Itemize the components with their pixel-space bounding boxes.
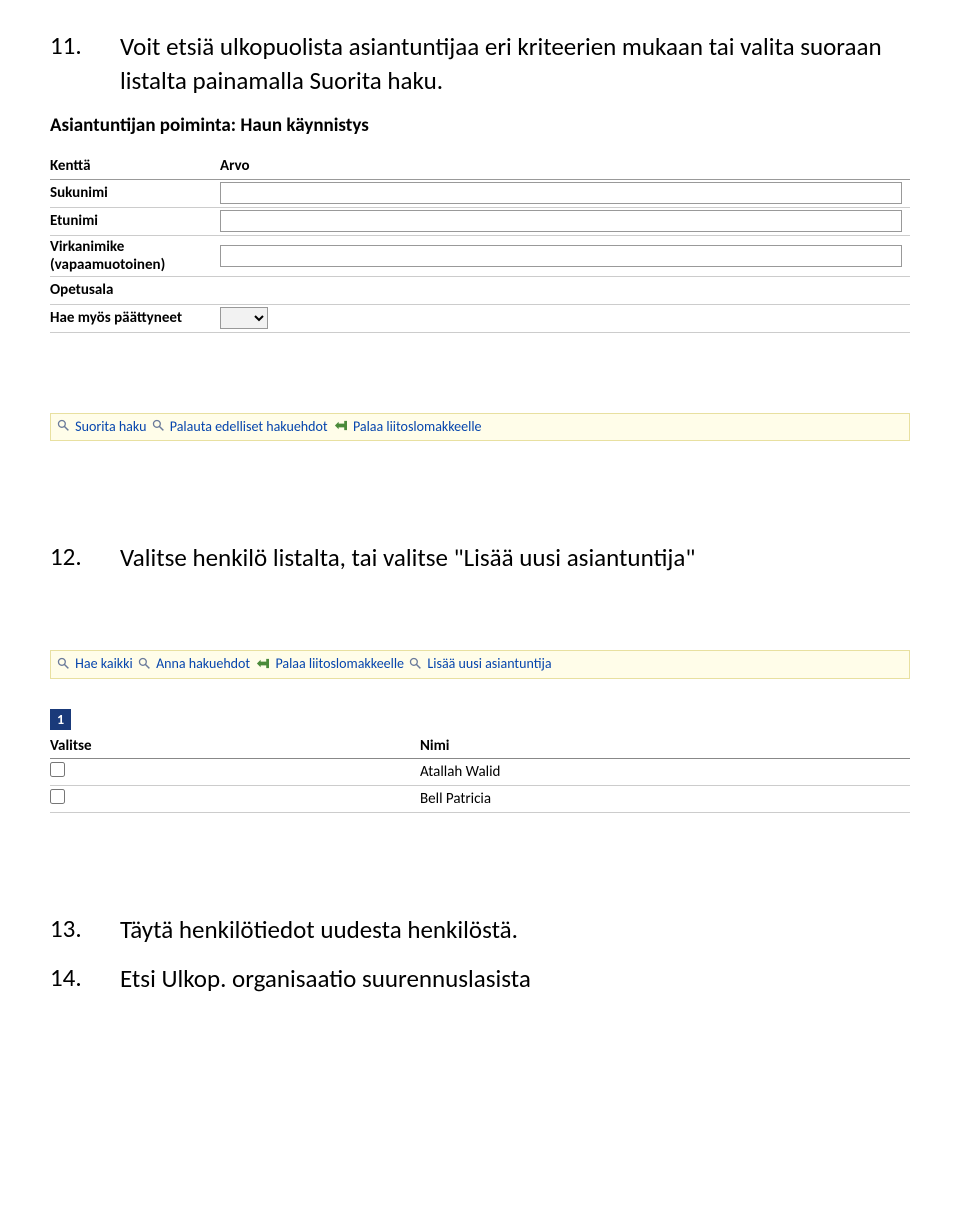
instruction-text: Voit etsiä ulkopuolista asiantuntijaa er…: [120, 30, 910, 98]
checkbox-row-1[interactable]: [50, 789, 65, 804]
instruction-12: 12. Valitse henkilö listalta, tai valits…: [50, 541, 910, 575]
label-etunimi: Etunimi: [50, 207, 220, 235]
magnifier-icon: [409, 657, 422, 674]
return-arrow-icon: [255, 657, 270, 674]
header-valitse: Valitse: [50, 734, 420, 759]
instruction-number: 11.: [50, 30, 120, 98]
input-etunimi[interactable]: [220, 210, 902, 232]
link-suorita-haku[interactable]: Suorita haku: [75, 418, 146, 435]
header-field: Kenttä: [50, 153, 220, 180]
return-arrow-icon: [333, 419, 348, 436]
checkbox-row-0[interactable]: [50, 762, 65, 777]
link-palaa-lomakkeelle-2[interactable]: Palaa liitoslomakkeelle: [275, 655, 404, 672]
instruction-text: Valitse henkilö listalta, tai valitse "L…: [120, 541, 695, 575]
search-criteria-table: Kenttä Arvo Sukunimi Etunimi Virkanimike…: [50, 153, 910, 333]
label-haemyos: Hae myös päättyneet: [50, 304, 220, 332]
magnifier-icon: [57, 419, 70, 436]
results-table: Valitse Nimi Atallah Walid Bell Patricia: [50, 734, 910, 813]
select-haemyos[interactable]: [220, 307, 268, 329]
label-sukunimi: Sukunimi: [50, 179, 220, 207]
instruction-text: Täytä henkilötiedot uudesta henkilöstä.: [120, 913, 518, 947]
label-opetusala: Opetusala: [50, 276, 220, 304]
magnifier-icon: [152, 419, 165, 436]
instruction-number: 13.: [50, 913, 120, 947]
instruction-13: 13. Täytä henkilötiedot uudesta henkilös…: [50, 913, 910, 947]
link-palauta-ehdot[interactable]: Palauta edelliset hakuehdot: [170, 418, 328, 435]
input-virkanimike[interactable]: [220, 245, 902, 267]
instruction-14: 14. Etsi Ulkop. organisaatio suurennusla…: [50, 962, 910, 996]
cell-name: Atallah Walid: [420, 758, 910, 785]
header-nimi: Nimi: [420, 734, 910, 759]
instruction-number: 12.: [50, 541, 120, 575]
magnifier-icon: [57, 657, 70, 674]
header-value: Arvo: [220, 153, 910, 180]
magnifier-icon: [138, 657, 151, 674]
search-action-bar: Suorita haku Palauta edelliset hakuehdot…: [50, 413, 910, 441]
input-sukunimi[interactable]: [220, 182, 902, 204]
table-row: Bell Patricia: [50, 785, 910, 812]
instruction-number: 14.: [50, 962, 120, 996]
instruction-text: Etsi Ulkop. organisaatio suurennuslasist…: [120, 962, 531, 996]
label-virkanimike: Virkanimike (vapaamuotoinen): [50, 235, 220, 276]
results-action-bar: Hae kaikki Anna hakuehdot Palaa liitoslo…: [50, 650, 910, 678]
link-palaa-lomakkeelle[interactable]: Palaa liitoslomakkeelle: [353, 418, 482, 435]
link-anna-hakuehdot[interactable]: Anna hakuehdot: [156, 655, 250, 672]
instruction-11: 11. Voit etsiä ulkopuolista asiantuntija…: [50, 30, 910, 98]
cell-opetusala: [220, 276, 910, 304]
link-hae-kaikki[interactable]: Hae kaikki: [75, 655, 133, 672]
link-lisaa-uusi[interactable]: Lisää uusi asiantuntija: [427, 655, 551, 672]
section-title: Asiantuntijan poiminta: Haun käynnistys: [50, 114, 910, 137]
cell-name: Bell Patricia: [420, 785, 910, 812]
table-row: Atallah Walid: [50, 758, 910, 785]
page-number-badge[interactable]: 1: [50, 709, 71, 730]
